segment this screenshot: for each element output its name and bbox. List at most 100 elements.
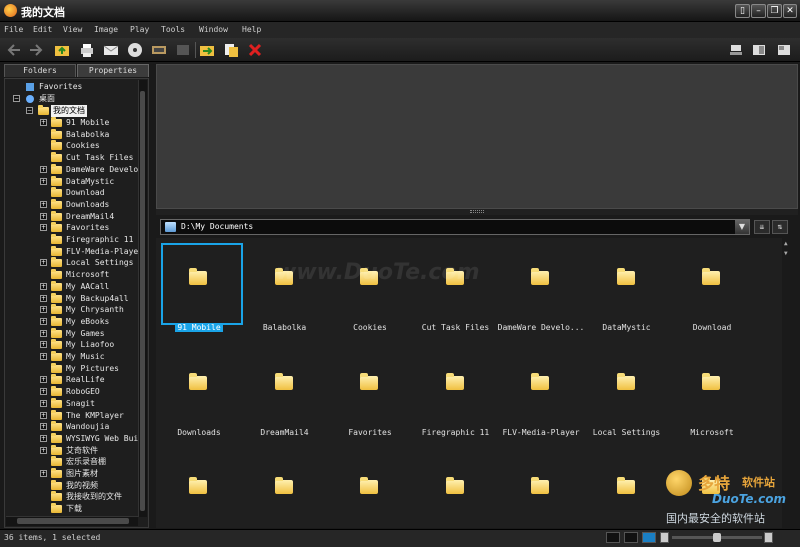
address-dropdown-button[interactable]: ▼ [735,220,749,234]
tree-item[interactable]: + RoboGEO [5,386,135,398]
splitter-grip[interactable] [470,210,484,213]
tree-item[interactable]: 宏乐录音棚 [5,456,135,468]
expand-icon[interactable]: + [40,177,47,185]
minimize-button[interactable]: – [751,4,766,18]
slideshow-icon[interactable] [175,42,191,58]
tree-item[interactable]: + DataMystic [5,175,135,188]
file-item[interactable]: Download [669,238,755,342]
tree-item-favorites[interactable]: Favorites [5,81,135,93]
file-item[interactable] [584,447,670,528]
layout-two-icon[interactable] [751,42,767,58]
print-icon[interactable] [79,42,95,58]
file-item[interactable] [156,447,242,528]
tree-item[interactable]: Cut Task Files [5,152,135,164]
collapse-icon[interactable]: − [13,95,20,102]
thumbnail-view-icon[interactable] [642,532,656,543]
tree-item[interactable]: Balabolka [5,128,135,141]
tree-item[interactable]: + 艾奇软件 [5,444,135,457]
expand-icon[interactable]: + [40,212,47,220]
menu-play[interactable]: Play [130,25,149,34]
tree-item[interactable]: + DreamMail4 [5,210,135,223]
filmstrip-icon[interactable] [151,42,167,58]
file-item[interactable]: 91 Mobile [156,238,243,342]
file-item[interactable]: DameWare Develo... [498,238,584,342]
file-item[interactable]: Microsoft [669,343,755,447]
tree-item[interactable]: + RealLife [5,374,135,386]
tree-item[interactable]: + My Games [5,327,135,340]
file-item[interactable]: Local Settings [584,343,670,447]
expand-icon[interactable]: + [40,165,47,173]
tree-item[interactable]: Firegraphic 11 [5,234,135,246]
file-item[interactable]: Firegraphic 11 [413,343,499,447]
expand-icon[interactable]: + [40,388,47,396]
expand-icon[interactable]: + [40,294,47,302]
expand-icon[interactable]: + [40,434,47,442]
expand-icon[interactable]: + [40,317,47,325]
tree-item-desktop[interactable]: − 桌面 [5,93,135,105]
list-view-icon[interactable] [624,532,638,543]
tree-item[interactable]: + My Backup4all [5,292,135,305]
collapse-icon[interactable]: − [26,107,33,114]
view-options-button[interactable]: ⇅ [772,220,788,234]
expand-icon[interactable]: + [40,353,47,360]
tab-folders[interactable]: Folders [4,64,76,77]
tree-item[interactable]: + WYSIWYG Web Buil [5,432,143,445]
zoom-in-icon[interactable] [764,532,773,543]
tree-item[interactable]: + My Chrysanth [5,304,135,316]
tree-item[interactable]: Cookies [5,140,135,152]
tree-item[interactable]: Microsoft [5,269,135,281]
zoom-slider-thumb[interactable] [713,533,721,542]
tree-hscroll-thumb[interactable] [17,518,129,524]
tree-item[interactable]: FLV-Media-Player [5,245,143,258]
tree-item[interactable]: + 图片素材 [5,468,135,480]
details-view-icon[interactable] [606,532,620,543]
tree-item[interactable]: + Wandoujia [5,421,135,433]
tree-item[interactable]: + Snagit [5,397,135,410]
tree-item[interactable]: + My eBooks [5,315,135,328]
pin-button[interactable]: ▯ [735,4,750,18]
expand-icon[interactable]: + [40,446,47,454]
layout-one-icon[interactable] [728,42,744,58]
back-arrow-icon[interactable] [6,42,22,58]
expand-icon[interactable]: + [40,119,47,126]
file-item[interactable] [327,447,413,528]
tree-scroll-thumb[interactable] [140,91,145,511]
tab-properties[interactable]: Properties [77,64,149,77]
file-item[interactable] [413,447,499,528]
scroll-up-icon[interactable]: ▲ [784,240,792,248]
file-item[interactable]: FLV-Media-Player [498,343,584,447]
menu-file[interactable]: File [4,25,23,34]
forward-arrow-icon[interactable] [28,42,44,58]
tree-item[interactable]: My Pictures [5,362,135,375]
expand-icon[interactable]: + [40,399,47,407]
tree-item[interactable]: 下载 [5,503,135,515]
file-item[interactable] [242,447,328,528]
expand-icon[interactable]: + [40,341,47,349]
expand-icon[interactable]: + [40,329,47,337]
menu-help[interactable]: Help [242,25,261,34]
expand-icon[interactable]: + [40,200,47,208]
up-folder-icon[interactable] [54,42,70,58]
menu-window[interactable]: Window [199,25,228,34]
file-item[interactable]: Favorites [327,343,413,447]
sort-button[interactable]: ⇊ [754,220,770,234]
tree-item[interactable]: + My Liaofoo [5,339,135,351]
close-button[interactable]: ✕ [783,4,797,18]
scroll-down-icon[interactable]: ▼ [784,250,792,258]
file-item[interactable]: DataMystic [584,238,670,342]
file-item[interactable]: DreamMail4 [242,343,328,447]
tree-item-my-documents[interactable]: − 我的文档 [5,105,135,117]
tree-item[interactable]: 我接收到的文件 [5,491,135,503]
file-item[interactable]: Balabolka [242,238,328,342]
tree-item[interactable]: + The KMPlayer [5,409,135,422]
expand-icon[interactable]: + [40,306,47,314]
tree-item[interactable]: + DameWare Develop [5,163,143,176]
maximize-button[interactable]: ❐ [767,4,782,18]
disc-icon[interactable] [127,42,143,58]
tree-item[interactable]: + Favorites [5,222,135,234]
expand-icon[interactable]: + [40,411,47,419]
address-path[interactable]: D:\My Documents [181,222,253,231]
expand-icon[interactable]: + [40,259,47,267]
zoom-out-icon[interactable] [660,532,669,543]
tree-item[interactable]: +91 Mobile [5,117,135,129]
